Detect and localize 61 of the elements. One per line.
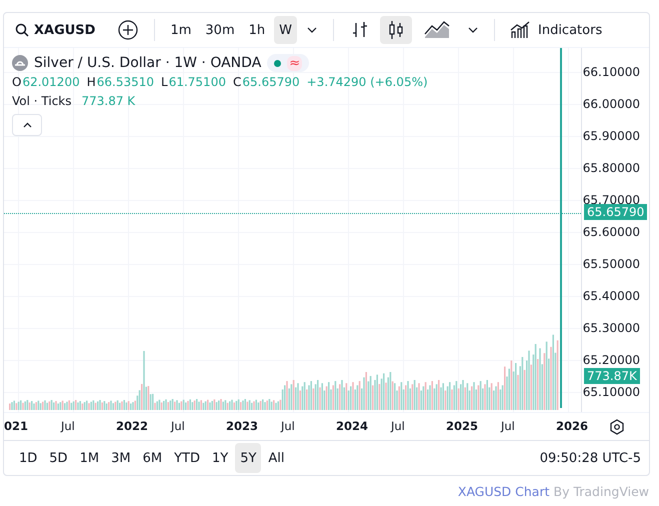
time-axis-label: 2026 <box>556 419 588 433</box>
ohlc-value: H 66.53510 <box>86 75 154 89</box>
indicators-icon <box>510 21 530 39</box>
price-tick: 65.70000 <box>582 193 640 207</box>
price-tick: 65.60000 <box>582 225 640 239</box>
chevron-down-icon[interactable] <box>307 27 317 33</box>
volume-tag: 773.87K <box>584 368 640 384</box>
time-axis-label: 021 <box>4 419 28 433</box>
range-button[interactable]: 1M <box>74 443 104 473</box>
price-tick: 66.10000 <box>582 65 640 79</box>
settings-icon[interactable] <box>609 418 625 434</box>
interval-button[interactable]: 30m <box>200 16 240 44</box>
range-button[interactable]: 1D <box>14 443 42 473</box>
symbol-title: Silver / U.S. Dollar · 1W · OANDA <box>34 55 262 71</box>
price-tick: 65.30000 <box>582 321 640 335</box>
clock-time: 09:50:28 UTC-5 <box>540 450 641 466</box>
area-chart-icon <box>424 21 450 39</box>
time-axis-label: 2023 <box>226 419 258 433</box>
range-button[interactable]: All <box>263 443 290 473</box>
candles-icon <box>388 20 404 40</box>
attribution-text: By TradingView <box>554 484 649 499</box>
ohlc-value: C65.65790 <box>232 75 300 89</box>
range-button[interactable]: YTD <box>169 443 205 473</box>
range-button[interactable]: 5D <box>44 443 73 473</box>
price-tick: 65.80000 <box>582 161 640 175</box>
ohlc-value: L61.75100 <box>161 75 226 89</box>
price-tick: 65.20000 <box>582 353 640 367</box>
interval-button[interactable]: W <box>274 16 297 44</box>
price-change: +3.74290 (+6.05%) <box>306 75 428 89</box>
ohlc-value: O62.01200 <box>12 75 80 89</box>
indicators-button[interactable]: Indicators <box>505 16 608 44</box>
chart-type-button[interactable] <box>380 16 412 44</box>
time-axis-label: 2022 <box>116 419 148 433</box>
volume-label: Vol · Ticks <box>12 94 72 108</box>
range-button[interactable]: 5Y <box>235 443 262 473</box>
price-tick: 66.00000 <box>582 97 640 111</box>
chevron-down-icon[interactable] <box>468 27 478 33</box>
range-button[interactable]: 6M <box>138 443 168 473</box>
range-button[interactable]: 3M <box>106 443 136 473</box>
time-axis-label: 2024 <box>336 419 368 433</box>
symbol-search-button[interactable]: XAGUSD <box>10 16 100 44</box>
interval-button[interactable]: 1m <box>165 16 196 44</box>
price-tick: 65.40000 <box>582 289 640 303</box>
time-axis-label: Jul <box>391 419 405 433</box>
search-icon <box>15 23 29 37</box>
chevron-up-icon <box>22 122 32 128</box>
time-axis-label: Jul <box>281 419 295 433</box>
time-axis-label: 2025 <box>446 419 478 433</box>
price-tick: 65.50000 <box>582 257 640 271</box>
bars-icon <box>352 21 368 39</box>
time-axis-label: Jul <box>61 419 75 433</box>
chart-link[interactable]: XAGUSD Chart <box>458 484 550 499</box>
interval-button[interactable]: 1h <box>244 16 270 44</box>
add-symbol-icon[interactable] <box>118 20 138 40</box>
price-tick: 65.90000 <box>582 129 640 143</box>
last-price-tag: 65.65790 <box>584 204 648 220</box>
time-axis-label: Jul <box>501 419 515 433</box>
volume-value: 773.87 K <box>82 94 136 108</box>
price-tick: 65.10000 <box>582 385 640 399</box>
time-axis-label: Jul <box>171 419 185 433</box>
range-button[interactable]: 1Y <box>206 443 234 473</box>
